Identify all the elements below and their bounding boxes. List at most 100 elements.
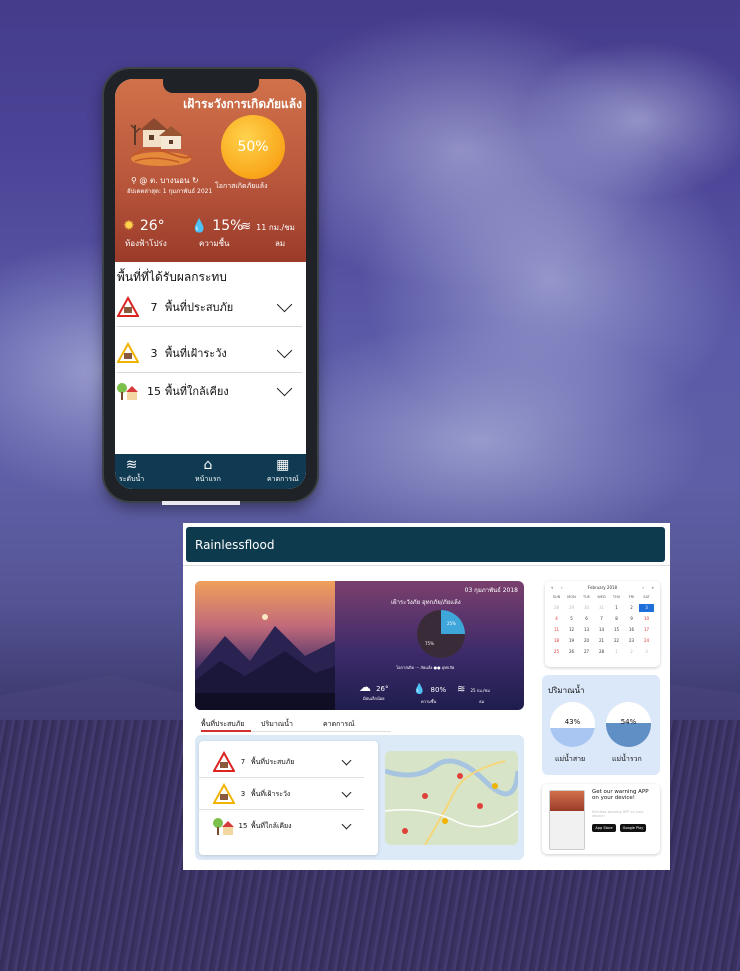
app-store-button[interactable]: App Store bbox=[592, 824, 616, 832]
area-row-disaster[interactable]: 7 พื้นที่ประสบภัย bbox=[117, 288, 302, 327]
calendar-day[interactable]: 1 bbox=[609, 604, 624, 612]
phone-screen: เฝ้าระวังการเกิดภัยแล้ง 50% โอกาสเกิดภัย… bbox=[115, 79, 306, 489]
calendar-day[interactable]: 8 bbox=[609, 615, 624, 623]
hero-wind-label: ลม bbox=[479, 699, 485, 704]
nav-forecast[interactable]: ▦ คาดการณ์ bbox=[267, 456, 299, 485]
calendar-day[interactable]: 22 bbox=[609, 637, 624, 645]
calendar-day[interactable]: 1 bbox=[609, 648, 624, 656]
drought-chance-caption: โอกาสเกิดภัยแล้ง bbox=[215, 182, 268, 190]
web-mockup: Rainlessflood 03 กุมภาพันธ์ 2018 เฝ้าระว… bbox=[183, 523, 670, 870]
calendar-day[interactable]: 3 bbox=[639, 648, 654, 656]
sun-icon: ✹ bbox=[123, 218, 135, 234]
google-play-button[interactable]: Google Play bbox=[620, 824, 646, 832]
hero-humidity-label: ความชื้น bbox=[421, 699, 437, 704]
calendar-day[interactable]: 27 bbox=[579, 648, 594, 656]
pie-small-label: 25% bbox=[447, 621, 456, 626]
area-label: พื้นที่ใกล้เคียง bbox=[165, 385, 229, 398]
weather-humidity: 💧 15% ความชื้น bbox=[191, 215, 244, 248]
calendar-day[interactable]: 5 bbox=[564, 615, 579, 623]
brand-title[interactable]: Rainlessflood bbox=[195, 538, 274, 552]
calendar-day[interactable]: 23 bbox=[624, 637, 639, 645]
next-year-icon[interactable]: » bbox=[652, 585, 654, 590]
wind-label: ลม bbox=[275, 239, 286, 248]
chevron-down-icon[interactable] bbox=[341, 755, 352, 766]
calendar-day[interactable]: 6 bbox=[579, 615, 594, 623]
gauge-name: แม่น้ำสาย bbox=[555, 755, 586, 763]
temp-label: ท้องฟ้าโปร่ง bbox=[125, 239, 167, 248]
pie-legend: โอกาสเกิด ··· ภัยแล้ง ●● อุทกภัย bbox=[396, 665, 455, 670]
tab-water-volume[interactable]: ปริมาณน้ำ bbox=[261, 719, 293, 730]
area-map[interactable] bbox=[385, 751, 518, 845]
calendar-day[interactable]: 10 bbox=[639, 615, 654, 623]
gauge-mae-sai: 43% bbox=[550, 702, 595, 747]
calendar-day[interactable]: 20 bbox=[579, 637, 594, 645]
mountain-art bbox=[195, 614, 335, 710]
calendar-day[interactable]: 30 bbox=[579, 604, 594, 612]
tab-disaster-areas[interactable]: พื้นที่ประสบภัย bbox=[201, 719, 244, 730]
calendar-day[interactable]: 19 bbox=[564, 637, 579, 645]
area-label: พื้นที่ประสบภัย bbox=[165, 301, 234, 314]
calendar-day[interactable]: 2 bbox=[624, 604, 639, 612]
hero-title: เฝ้าระวังภัย อุทกภัย/ภัยแล้ง bbox=[391, 599, 461, 606]
warning-red-icon bbox=[117, 296, 139, 317]
calendar-day[interactable]: 12 bbox=[564, 626, 579, 634]
house-tree-icon bbox=[117, 383, 138, 400]
calendar-day[interactable]: 14 bbox=[594, 626, 609, 634]
calendar-day[interactable]: 31 bbox=[594, 604, 609, 612]
calendar-day[interactable]: 3 bbox=[639, 604, 654, 612]
calendar-day[interactable]: 7 bbox=[594, 615, 609, 623]
app-promo-sub: Rainless warning APP on your device! bbox=[592, 810, 644, 818]
calendar-day[interactable]: 29 bbox=[564, 604, 579, 612]
page-title: เฝ้าระวังการเกิดภัยแล้ง bbox=[183, 97, 302, 111]
mountain-illustration bbox=[195, 581, 335, 710]
calendar-day[interactable]: 28 bbox=[549, 604, 564, 612]
calendar-day[interactable]: 16 bbox=[624, 626, 639, 634]
area-row-disaster[interactable]: 7 พื้นที่ประสบภัย bbox=[199, 747, 364, 778]
chevron-down-icon[interactable] bbox=[276, 342, 293, 358]
calendar-icon: ▦ bbox=[276, 457, 290, 473]
calendar-day[interactable]: 18 bbox=[549, 637, 564, 645]
area-row-watch[interactable]: 3 พื้นที่เฝ้าระวัง bbox=[199, 779, 364, 810]
calendar-widget[interactable]: « ‹ February 2018 › » SUN MON TUE WED THU FRI… bbox=[545, 581, 660, 667]
drought-chance-sun: 50% bbox=[221, 115, 285, 179]
calendar-day[interactable]: 13 bbox=[579, 626, 594, 634]
next-month-icon[interactable]: › bbox=[642, 585, 644, 590]
calendar-day[interactable]: 28 bbox=[594, 648, 609, 656]
humidity-value: 15% bbox=[212, 218, 244, 234]
phone-notch bbox=[163, 79, 259, 93]
calendar-weekday: MON bbox=[567, 595, 576, 599]
chevron-down-icon[interactable] bbox=[341, 819, 352, 830]
google-play-label: Google Play bbox=[622, 826, 644, 830]
calendar-day[interactable]: 17 bbox=[639, 626, 654, 634]
nav-label: คาดการณ์ bbox=[267, 475, 299, 483]
hero-wind-value: 25 กม./ชม bbox=[470, 688, 490, 693]
calendar-day[interactable]: 26 bbox=[564, 648, 579, 656]
calendar-day[interactable]: 15 bbox=[609, 626, 624, 634]
calendar-weekday: TUE bbox=[583, 595, 590, 599]
tab-forecast[interactable]: คาดการณ์ bbox=[323, 719, 355, 730]
app-bar: Rainlessflood bbox=[186, 527, 665, 562]
refresh-icon[interactable]: ↻ bbox=[192, 176, 199, 185]
area-row-nearby[interactable]: 15 พื้นที่ใกล้เคียง bbox=[199, 811, 364, 841]
pin-icon: ⚲ bbox=[131, 176, 137, 185]
area-count: 3 bbox=[150, 346, 158, 360]
calendar-weekday: FRI bbox=[628, 595, 635, 599]
chevron-down-icon[interactable] bbox=[276, 380, 293, 396]
area-row-nearby[interactable]: 15 พื้นที่ใกล้เคียง bbox=[117, 372, 302, 410]
area-row-watch[interactable]: 3 พื้นที่เฝ้าระวัง bbox=[117, 334, 302, 373]
areas-card: 7 พื้นที่ประสบภัย 3 พื้นที่เฝ้าระวัง 15 … bbox=[199, 741, 378, 855]
calendar-day[interactable]: 4 bbox=[549, 615, 564, 623]
chevron-down-icon[interactable] bbox=[276, 296, 293, 312]
chevron-down-icon[interactable] bbox=[341, 787, 352, 798]
calendar-day[interactable]: 24 bbox=[639, 637, 654, 645]
calendar-day[interactable]: 11 bbox=[549, 626, 564, 634]
calendar-day[interactable]: 25 bbox=[549, 648, 564, 656]
calendar-day[interactable]: 9 bbox=[624, 615, 639, 623]
nav-home[interactable]: ⌂ หน้าแรก bbox=[195, 456, 221, 485]
hero-temp-label: มีฝนเล็กน้อย bbox=[363, 696, 385, 701]
warning-yellow-icon bbox=[117, 342, 139, 363]
hero-date: 03 กุมภาพันธ์ 2018 bbox=[464, 587, 518, 594]
calendar-day[interactable]: 21 bbox=[594, 637, 609, 645]
calendar-day[interactable]: 2 bbox=[624, 648, 639, 656]
nav-water-level[interactable]: ≋ ระดับน้ำ bbox=[119, 456, 144, 485]
